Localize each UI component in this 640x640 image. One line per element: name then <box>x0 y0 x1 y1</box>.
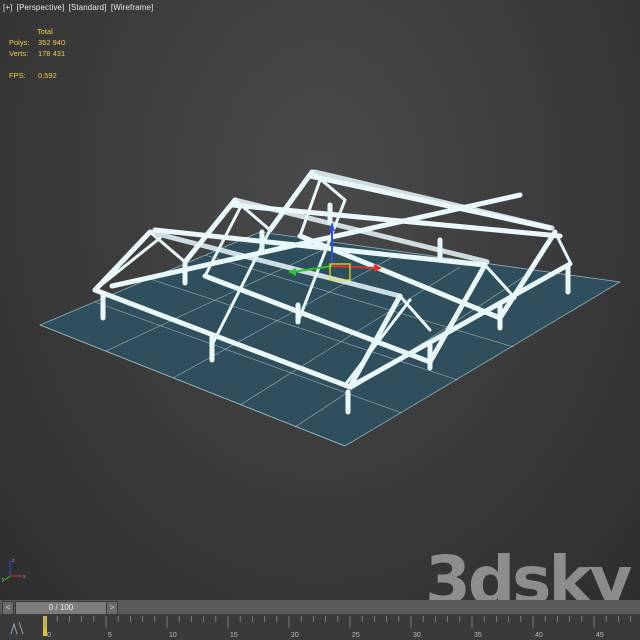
axis-y-label: y <box>2 577 5 582</box>
ruler-tick-label: 45 <box>596 632 604 639</box>
time-slider-row[interactable]: < 0 / 100 > <box>0 600 640 615</box>
world-axis-tripod: z x y <box>2 558 26 582</box>
ruler-tick-label: 5 <box>108 632 112 639</box>
axis-z-label: z <box>12 558 15 564</box>
time-next-button[interactable]: > <box>106 601 118 615</box>
perspective-viewport[interactable]: [+] [Perspective] [Standard] [Wireframe]… <box>0 0 640 600</box>
ruler-tick-label: 40 <box>535 632 543 639</box>
watermark-logo: 3dsky <box>425 542 632 601</box>
ruler-tick-label: 25 <box>352 632 360 639</box>
axis-x-label: x <box>23 574 26 580</box>
ruler-tick-label: 0 <box>47 632 51 639</box>
ruler-tick-label: 10 <box>169 632 177 639</box>
ruler-tick-label: 35 <box>474 632 482 639</box>
ruler-tick-label: 15 <box>230 632 238 639</box>
scene-3d-model[interactable] <box>0 0 640 600</box>
time-slider-bar[interactable]: < 0 / 100 > 0 5 10 15 20 25 30 35 40 45 <box>0 600 640 640</box>
time-slider-thumb[interactable]: 0 / 100 <box>15 601 107 615</box>
track-bar[interactable]: 0 5 10 15 20 25 30 35 40 45 <box>0 614 640 640</box>
track-ruler[interactable]: 0 5 10 15 20 25 30 35 40 45 <box>0 614 640 640</box>
ruler-tick-label: 20 <box>291 632 299 639</box>
time-prev-button[interactable]: < <box>2 601 14 615</box>
ruler-tick-label: 30 <box>413 632 421 639</box>
